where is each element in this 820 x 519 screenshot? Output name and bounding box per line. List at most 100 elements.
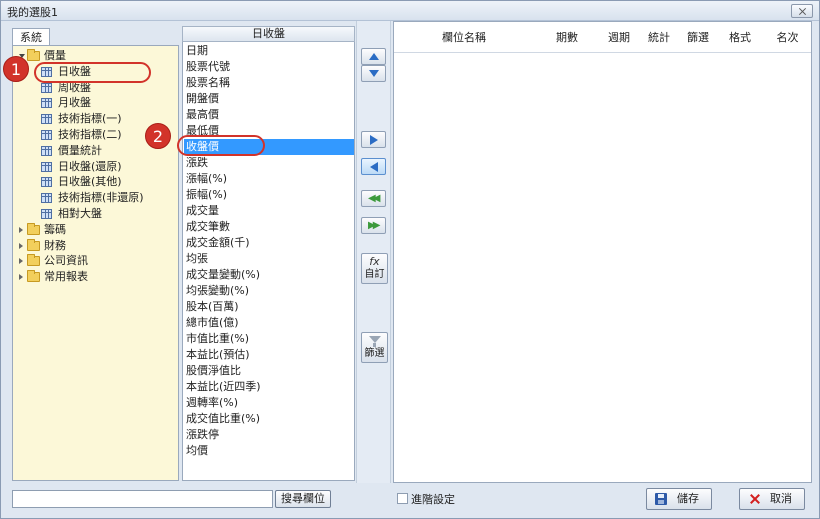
field-list-item[interactable]: 本益比(近四季) [184,379,354,395]
annotation-ring-2 [177,135,265,156]
field-list-item[interactable]: 振幅(%) [184,187,354,203]
search-field-input[interactable] [12,490,273,508]
field-list-item[interactable]: 市值比重(%) [184,331,354,347]
tree-item-label: 公司資訊 [44,254,88,268]
column-header-cycle[interactable]: 週期 [600,22,638,53]
field-list-item[interactable]: 成交量 [184,203,354,219]
tree-item-label: 日收盤(其他) [58,175,122,189]
tree-item-label: 月收盤 [58,96,91,110]
save-label: 儲存 [677,492,699,505]
add-field-button[interactable] [361,131,386,148]
move-down-button[interactable] [361,65,386,82]
filter-button[interactable]: 篩選 [361,332,388,363]
expand-arrow-icon[interactable] [19,274,23,281]
dialog-window: 我的選股1 系統 價量 日收盤 周收盤 月收盤 技術指標(一) 技術指標(二) 價量統計 日收… [0,0,820,519]
tree-folder[interactable]: 公司資訊 [13,253,178,269]
field-list-item[interactable]: 漲跌 [184,155,354,171]
tree-folder[interactable]: 籌碼 [13,222,178,238]
table-icon [41,209,52,219]
column-header-rank[interactable]: 名次 [764,22,811,53]
tree-item-label: 籌碼 [44,222,66,236]
field-list-item[interactable]: 股票名稱 [184,75,354,91]
column-header-field-name[interactable]: 欄位名稱 [394,22,534,53]
field-list-item[interactable]: 漲幅(%) [184,171,354,187]
field-list-item[interactable]: 最高價 [184,107,354,123]
tab-system[interactable]: 系統 [12,28,50,46]
tree-item-label: 技術指標(一) [58,112,122,126]
table-icon [41,82,52,93]
field-list-item[interactable]: 總市值(億) [184,315,354,331]
tree-folder[interactable]: 財務 [13,238,178,254]
field-list-item[interactable]: 成交金額(千) [184,235,354,251]
folder-icon [27,254,40,267]
column-header-statistics[interactable]: 統計 [638,22,680,53]
save-button[interactable]: 儲存 [646,488,712,510]
tree-item[interactable]: 月收盤 [13,95,178,111]
table-icon [41,161,52,172]
remove-field-button[interactable] [361,158,386,175]
table-icon [41,145,52,156]
field-list-item[interactable]: 週轉率(%) [184,395,354,411]
arrow-down-icon [369,70,379,77]
column-header-format[interactable]: 格式 [716,22,764,53]
cancel-icon [749,493,761,505]
field-list-item[interactable]: 均張變動(%) [184,283,354,299]
field-list-item[interactable]: 本益比(預估) [184,347,354,363]
field-list-item[interactable]: 開盤價 [184,91,354,107]
field-list-item[interactable]: 股價淨值比 [184,363,354,379]
field-list-item[interactable]: 成交量變動(%) [184,267,354,283]
table-icon [41,114,52,125]
category-tree: 價量 日收盤 周收盤 月收盤 技術指標(一) 技術指標(二) 價量統計 日收盤(還原) 日收盤(… [12,45,179,481]
selected-fields-table: 欄位名稱 期數 週期 統計 篩選 格式 名次 [393,21,812,483]
filter-label: 篩選 [364,348,385,359]
column-header-filter[interactable]: 篩選 [680,22,716,53]
remove-all-button[interactable]: ◀◀ [361,190,386,207]
field-list: 日期 股票代號 股票名稱 開盤價 最高價 最低價 收盤價 漲跌 漲幅(%) 振幅(%) 成交量 成交筆… [182,42,355,481]
tree-item[interactable]: 技術指標(非還原) [13,190,178,206]
tree-item[interactable]: 日收盤(其他) [13,174,178,190]
expand-arrow-icon[interactable] [19,242,23,249]
transfer-button-column [356,21,391,483]
window-title: 我的選股1 [7,6,58,19]
tree-item-label: 財務 [44,238,66,252]
cancel-label: 取消 [770,492,792,505]
annotation-ring-1 [34,62,151,83]
folder-icon [27,270,40,283]
custom-formula-button[interactable]: fx 自訂 [361,253,388,284]
table-icon [41,130,52,140]
expand-arrow-icon[interactable] [19,226,23,233]
formula-icon: fx [369,255,380,268]
table-icon [41,98,52,109]
field-list-item[interactable]: 股本(百萬) [184,299,354,315]
advanced-settings-checkbox[interactable] [397,493,408,504]
annotation-badge-1: 1 [3,56,29,82]
column-header-periods[interactable]: 期數 [534,22,600,53]
field-list-item[interactable]: 漲跌停 [184,427,354,443]
field-list-item[interactable]: 成交值比重(%) [184,411,354,427]
tree-item-label: 價量統計 [58,143,102,157]
tree-item-label: 相對大盤 [58,207,102,220]
tree-folder[interactable]: 常用報表 [13,269,178,285]
expand-arrow-icon[interactable] [19,258,23,265]
move-up-button[interactable] [361,48,386,65]
field-list-item[interactable]: 均價 [184,443,354,459]
tree-item[interactable]: 相對大盤 [13,206,178,222]
field-list-header: 日收盤 [182,26,355,42]
filter-icon [368,336,381,343]
folder-icon [27,222,40,235]
field-list-item[interactable]: 均張 [184,251,354,267]
folder-icon [27,49,40,61]
tree-item-label: 技術指標(二) [58,128,122,141]
cancel-button[interactable]: 取消 [739,488,805,510]
field-list-item[interactable]: 日期 [184,43,354,59]
advanced-settings-label: 進階設定 [411,493,455,506]
search-field-button[interactable]: 搜尋欄位 [275,490,331,508]
annotation-badge-2: 2 [145,123,171,149]
tree-item[interactable]: 日收盤(還原) [13,159,178,175]
table-icon [41,193,52,204]
add-all-button[interactable]: ▶▶ [361,217,386,234]
field-list-item[interactable]: 股票代號 [184,59,354,75]
save-icon [655,493,667,505]
close-button[interactable] [791,4,813,18]
field-list-item[interactable]: 成交筆數 [184,219,354,235]
